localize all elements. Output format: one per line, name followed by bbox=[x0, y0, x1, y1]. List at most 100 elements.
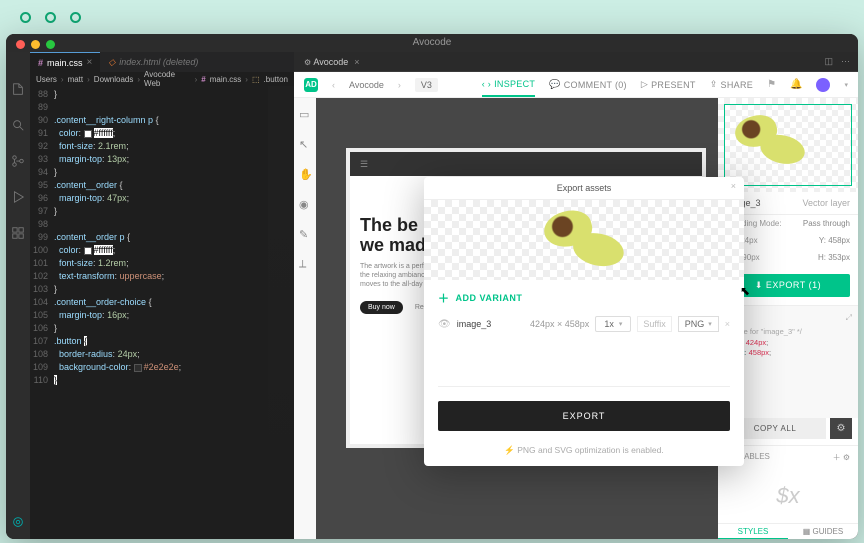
app-window: Avocode # main.css × ◇ index.html (delet… bbox=[6, 34, 858, 539]
hand-tool-icon[interactable]: ✋ bbox=[299, 168, 311, 180]
code-line[interactable]: 106} bbox=[30, 322, 294, 335]
modal-export-button[interactable]: EXPORT bbox=[438, 401, 730, 431]
editor-tab-main-css[interactable]: # main.css × bbox=[30, 52, 100, 72]
avocode-logo-icon[interactable]: AD bbox=[304, 78, 318, 92]
scale-select[interactable]: 1x▾ bbox=[595, 316, 631, 332]
source-control-icon[interactable] bbox=[11, 154, 25, 168]
guides-tab[interactable]: ▦ GUIDES bbox=[788, 524, 858, 539]
close-tab-icon[interactable]: × bbox=[87, 57, 93, 68]
format-select[interactable]: PNG▾ bbox=[678, 316, 719, 332]
variables-placeholder: $x bbox=[718, 469, 858, 523]
dot-icon bbox=[70, 12, 81, 23]
code-line[interactable]: 99.content__order p { bbox=[30, 231, 294, 244]
variant-name-input[interactable]: image_3 bbox=[457, 319, 492, 329]
maximize-window-button[interactable] bbox=[46, 40, 55, 49]
export-preview bbox=[424, 200, 744, 280]
code-line[interactable]: 88} bbox=[30, 88, 294, 101]
code-line[interactable]: 95.content__order { bbox=[30, 179, 294, 192]
measure-tool-icon[interactable]: ⟂ bbox=[299, 258, 311, 270]
flag-icon[interactable]: ⚑ bbox=[767, 79, 776, 90]
styles-tab[interactable]: STYLES bbox=[718, 524, 788, 539]
activity-bar bbox=[6, 52, 30, 539]
close-window-button[interactable] bbox=[16, 40, 25, 49]
code-line[interactable]: 102 text-transform: uppercase; bbox=[30, 270, 294, 283]
code-line[interactable]: 91 color: #ffffff; bbox=[30, 127, 294, 140]
avocode-breadcrumb[interactable]: Avocode bbox=[349, 80, 384, 90]
settings-gear-icon[interactable] bbox=[11, 515, 25, 529]
select-tool-icon[interactable]: ▭ bbox=[299, 108, 311, 120]
code-line[interactable]: 98 bbox=[30, 218, 294, 231]
export-button[interactable]: ⬇ EXPORT (1) bbox=[726, 274, 850, 297]
code-line[interactable]: 110} bbox=[30, 374, 294, 387]
minimize-window-button[interactable] bbox=[31, 40, 40, 49]
eyedropper-icon[interactable]: ✎ bbox=[299, 228, 311, 240]
modal-title: Export assets × bbox=[424, 177, 744, 200]
dot-icon bbox=[45, 12, 56, 23]
background-mac-dots bbox=[20, 12, 81, 23]
code-line[interactable]: 108 border-radius: 24px; bbox=[30, 348, 294, 361]
debug-icon[interactable] bbox=[11, 190, 25, 204]
export-variant-row: 👁 image_3 424px × 458px 1x▾ Suffix PNG▾ … bbox=[424, 316, 744, 346]
nav-share[interactable]: ⇪SHARE bbox=[710, 79, 753, 90]
breadcrumb[interactable]: Users› matt› Downloads› Avocode Web› # m… bbox=[30, 72, 294, 86]
version-chip[interactable]: V3 bbox=[415, 78, 438, 92]
nav-comment[interactable]: 💬COMMENT (0) bbox=[549, 79, 627, 90]
visibility-toggle-icon[interactable]: 👁 bbox=[438, 319, 451, 330]
more-icon[interactable]: ⋯ bbox=[841, 56, 850, 67]
code-line[interactable]: 90.content__right-column p { bbox=[30, 114, 294, 127]
plus-icon: ＋ bbox=[438, 290, 450, 306]
editor-tabs: # main.css × ◇ index.html (deleted) bbox=[30, 52, 294, 72]
split-editor-icon[interactable]: ◫ bbox=[824, 56, 833, 67]
move-tool-icon[interactable]: ↖ bbox=[299, 138, 311, 150]
tab-label: main.css bbox=[47, 58, 83, 68]
avocode-tool-rail: ▭ ↖ ✋ ◉ ✎ ⟂ bbox=[294, 98, 316, 539]
chevron-down-icon[interactable]: ▾ bbox=[844, 81, 848, 89]
explorer-icon[interactable] bbox=[11, 82, 25, 96]
code-line[interactable]: 89 bbox=[30, 101, 294, 114]
color-picker-icon[interactable]: ◉ bbox=[299, 198, 311, 210]
window-title: Avocode bbox=[6, 34, 858, 52]
code-line[interactable]: 100 color: #ffffff; bbox=[30, 244, 294, 257]
remove-variant-icon[interactable]: × bbox=[725, 319, 730, 329]
code-area[interactable]: 88}8990.content__right-column p {91 colo… bbox=[30, 86, 294, 539]
dot-icon bbox=[20, 12, 31, 23]
artboard-header: ☰ bbox=[350, 152, 702, 176]
avocode-extension-tab[interactable]: Avocode × bbox=[294, 52, 370, 71]
avocode-toolbar: AD ‹ Avocode › V3 ‹ ›INSPECT 💬COMMENT (0… bbox=[294, 72, 858, 98]
code-line[interactable]: 97} bbox=[30, 205, 294, 218]
html-file-icon: ◇ bbox=[108, 57, 115, 68]
close-tab-icon[interactable]: × bbox=[354, 57, 359, 67]
code-line[interactable]: 92 font-size: 2.1rem; bbox=[30, 140, 294, 153]
tab-label: index.html (deleted) bbox=[119, 57, 198, 67]
nav-inspect[interactable]: ‹ ›INSPECT bbox=[482, 79, 536, 97]
settings-icon[interactable]: ⚙ bbox=[830, 418, 852, 439]
user-avatar[interactable] bbox=[816, 78, 830, 92]
code-line[interactable]: 107.button { bbox=[30, 335, 294, 348]
code-line[interactable]: 104.content__order-choice { bbox=[30, 296, 294, 309]
buy-now-button[interactable]: Buy now bbox=[360, 301, 403, 314]
close-modal-button[interactable]: × bbox=[731, 181, 736, 191]
bell-icon[interactable]: 🔔 bbox=[790, 79, 802, 90]
optimization-note: PNG and SVG optimization is enabled. bbox=[424, 445, 744, 466]
export-assets-modal: Export assets × ＋ ADD VARIANT 👁 image_3 … bbox=[424, 177, 744, 466]
minimap[interactable] bbox=[268, 86, 294, 539]
nav-present[interactable]: ▷PRESENT bbox=[641, 79, 696, 90]
selected-text: #ffffff bbox=[94, 128, 113, 138]
code-line[interactable]: 94} bbox=[30, 166, 294, 179]
code-line[interactable]: 105 margin-top: 16px; bbox=[30, 309, 294, 322]
code-line[interactable]: 93 margin-top: 13px; bbox=[30, 153, 294, 166]
code-editor: # main.css × ◇ index.html (deleted) User… bbox=[30, 52, 294, 539]
avocode-extension-tabbar: Avocode × ◫ ⋯ bbox=[294, 52, 858, 72]
search-icon[interactable] bbox=[11, 118, 25, 132]
expand-icon[interactable]: ⤢ bbox=[846, 312, 852, 323]
code-line[interactable]: 109 background-color: #2e2e2e; bbox=[30, 361, 294, 374]
editor-tab-index-html[interactable]: ◇ index.html (deleted) bbox=[100, 52, 206, 72]
css-file-icon: # bbox=[201, 75, 205, 84]
code-line[interactable]: 103} bbox=[30, 283, 294, 296]
suffix-input[interactable]: Suffix bbox=[637, 316, 671, 332]
add-variant-button[interactable]: ＋ ADD VARIANT bbox=[424, 280, 744, 316]
code-line[interactable]: 96 margin-top: 47px; bbox=[30, 192, 294, 205]
code-line[interactable]: 101 font-size: 1.2rem; bbox=[30, 257, 294, 270]
add-variable-icon[interactable]: ＋ ⚙ bbox=[833, 452, 850, 463]
extensions-icon[interactable] bbox=[11, 226, 25, 240]
